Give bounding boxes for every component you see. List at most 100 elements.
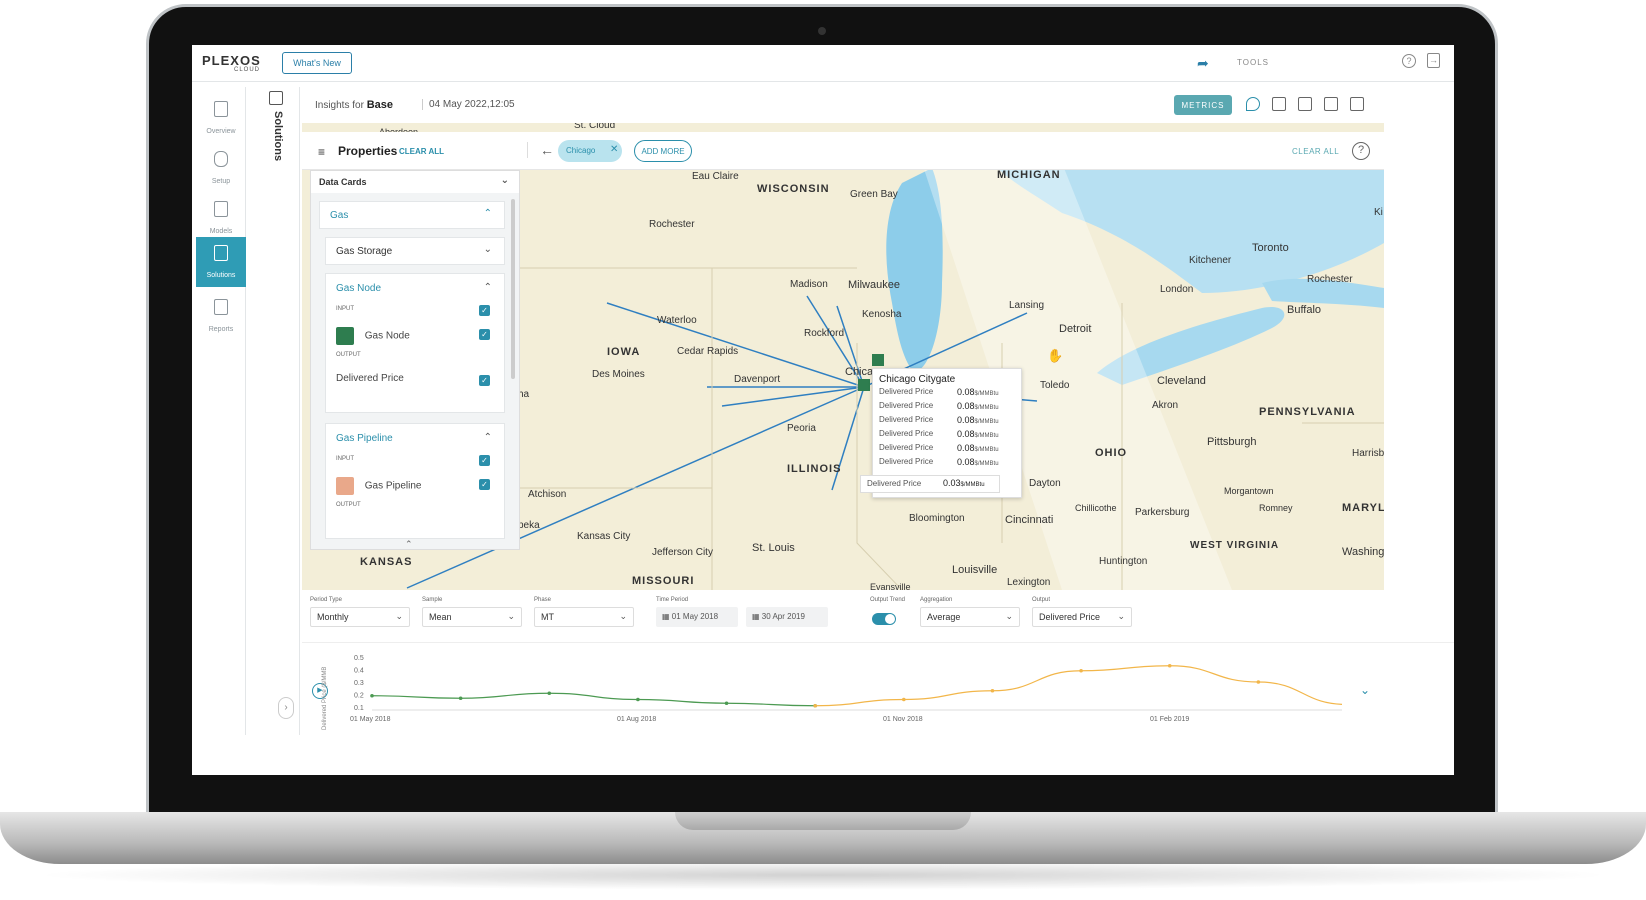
delivered-price-checkbox[interactable]: ✓ (479, 375, 490, 386)
scrollbar[interactable] (511, 199, 515, 379)
document-icon[interactable] (1324, 97, 1338, 111)
period-type-select[interactable]: Monthly ⌄ (310, 607, 410, 627)
aggregation-select[interactable]: Average ⌄ (920, 607, 1020, 627)
aggregation-control: Aggregation Average ⌄ (920, 597, 1020, 627)
map-label: Toronto (1252, 242, 1289, 254)
series-point[interactable] (1079, 668, 1083, 673)
date-to[interactable]: ▦ 30 Apr 2019 (746, 607, 828, 627)
series-point[interactable] (370, 693, 374, 698)
gas-node-title[interactable]: Gas Node ⌃ (326, 274, 504, 303)
chevron-down-icon: ⌄ (395, 611, 403, 621)
gas-pipeline-title[interactable]: Gas Pipeline ⌃ (326, 424, 504, 453)
output-trend-toggle[interactable] (872, 613, 896, 625)
series-point[interactable] (990, 688, 995, 693)
series-point[interactable] (636, 697, 640, 702)
sample-select[interactable]: Mean ⌄ (422, 607, 522, 627)
chart-icon[interactable] (1298, 97, 1312, 111)
aggregation-label: Aggregation (920, 597, 953, 603)
filter-chip-chicago[interactable]: Chicago ✕ (558, 140, 622, 162)
value: 0.08 (957, 457, 975, 467)
share-icon[interactable]: ➦ (1197, 55, 1209, 72)
chevron-up-icon[interactable]: ⌃ (405, 539, 413, 549)
output-control: Output Delivered Price ⌄ (1032, 597, 1132, 627)
output-label: Output (1032, 597, 1051, 603)
map-label: Davenport (734, 374, 780, 385)
gas-node-checkbox[interactable]: ✓ (479, 329, 490, 340)
chevron-up-icon: ⌃ (483, 432, 492, 443)
series-point[interactable] (458, 696, 463, 701)
series-point[interactable] (902, 697, 906, 702)
laptop-frame: PLEXOS CLOUD What's New ➦ TOOLS ? → Over… (0, 0, 1646, 900)
help-circle-icon[interactable]: ? (1352, 142, 1370, 160)
select-value: MT (541, 612, 554, 622)
input-checkbox[interactable]: ✓ (479, 455, 490, 466)
logout-icon[interactable]: → (1427, 53, 1440, 68)
date-from[interactable]: ▦ 01 May 2018 (656, 607, 738, 627)
period-type-control: Period Type Monthly ⌄ (310, 597, 410, 627)
x-tick-label: 01 Aug 2018 (617, 716, 656, 723)
back-arrow-icon[interactable]: ← (527, 142, 554, 158)
whats-new-button[interactable]: What's New (282, 52, 352, 74)
menu-icon[interactable]: ≡ (318, 145, 325, 159)
date-to-value: 30 Apr 2019 (761, 612, 805, 621)
properties-clear-all[interactable]: CLEAR ALL (399, 147, 444, 156)
output-select[interactable]: Delivered Price ⌄ (1032, 607, 1132, 627)
map-label: PENNSYLVANIA (1259, 406, 1356, 418)
data-cards-title: Data Cards (319, 177, 367, 187)
series-point[interactable] (1167, 663, 1172, 668)
expand-chevron-icon[interactable]: › (278, 697, 294, 719)
output-label: OUTPUT (326, 499, 504, 515)
output-trend-label: Output Trend (870, 597, 906, 603)
gas-node-item: Gas Node ✓ (326, 319, 504, 349)
series-point[interactable] (813, 703, 817, 708)
close-icon[interactable]: ✕ (610, 144, 618, 155)
series-point[interactable] (547, 691, 552, 696)
map-label: WISCONSIN (757, 183, 830, 195)
clear-all-right[interactable]: CLEAR ALL (1292, 147, 1339, 156)
tooltip-row-label: Delivered Price (879, 415, 934, 424)
list-icon[interactable] (1272, 97, 1286, 111)
value: 0.08 (957, 387, 975, 397)
nav-label: Models (209, 228, 233, 235)
series-point[interactable] (724, 701, 729, 706)
map-pin-icon[interactable] (1246, 97, 1260, 111)
map-label: Cleveland (1157, 375, 1206, 387)
delivered-price-label: Delivered Price (336, 373, 404, 384)
data-cards-header[interactable]: Data Cards ⌄ (311, 171, 519, 193)
map-label: Rochester (1307, 274, 1353, 285)
map-label: Madison (790, 279, 828, 290)
input-label: INPUT ✓ (326, 453, 504, 469)
map-label: MICHIGAN (997, 169, 1061, 181)
nav-models[interactable]: Models (196, 193, 246, 243)
tooltip-row: Delivered Price 0.08$/MMBtu (873, 429, 1021, 443)
gas-storage-card[interactable]: Gas Storage ⌄ (325, 237, 505, 265)
map-label: Kitchener (1189, 255, 1232, 266)
period-type-label: Period Type (310, 597, 342, 603)
tools-menu[interactable]: TOOLS (1237, 58, 1269, 67)
gas-node-card: Gas Node ⌃ INPUT ✓ Gas Node ✓ OUTPUT Del… (325, 273, 505, 413)
nav-overview[interactable]: Overview (196, 93, 246, 143)
add-more-button[interactable]: ADD MORE (634, 140, 692, 162)
nav-reports[interactable]: Reports (196, 291, 246, 341)
chevron-down-icon[interactable]: ⌄ (1360, 683, 1370, 697)
gas-pipeline-checkbox[interactable]: ✓ (479, 479, 490, 490)
phase-select[interactable]: MT ⌄ (534, 607, 634, 627)
nav-solutions[interactable]: Solutions (196, 237, 246, 287)
properties-title: Properties (338, 144, 398, 158)
reports-icon (214, 299, 228, 315)
map-label: Green Bay (850, 189, 898, 200)
output-text: OUTPUT (336, 502, 361, 508)
metrics-button[interactable]: METRICS (1174, 95, 1232, 115)
filter-chip-label: Chicago (566, 146, 596, 155)
laptop-notch (675, 812, 971, 830)
gas-card[interactable]: Gas ⌃ (319, 201, 505, 229)
help-icon[interactable]: ? (1402, 54, 1416, 68)
gas-node-icon (336, 327, 354, 345)
chevron-down-icon: ⌄ (507, 611, 515, 621)
series-point[interactable] (1256, 680, 1261, 684)
nav-setup[interactable]: Setup (196, 143, 246, 193)
chevron-down-icon: ⌄ (483, 244, 492, 255)
input-checkbox[interactable]: ✓ (479, 305, 490, 316)
phase-control: Phase MT ⌄ (534, 597, 634, 627)
building-icon[interactable] (1350, 97, 1364, 111)
